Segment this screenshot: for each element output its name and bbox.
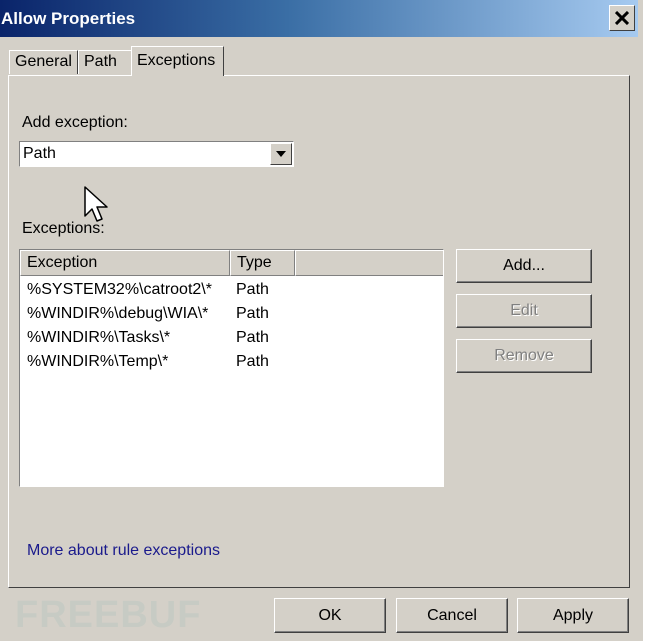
remove-button[interactable]: Remove <box>456 339 592 373</box>
window-title: Allow Properties <box>1 9 136 28</box>
exception-type: Path <box>236 281 269 298</box>
rule-exceptions-help-link[interactable]: More about rule exceptions <box>27 542 220 560</box>
exception-path: %WINDIR%\Tasks\* <box>27 329 171 346</box>
ok-button[interactable]: OK <box>274 598 386 633</box>
add-exception-select[interactable]: Path <box>19 141 294 167</box>
column-header-empty <box>295 250 443 276</box>
add-exception-selected-value: Path <box>23 145 56 162</box>
tab-path[interactable]: Path <box>78 50 132 74</box>
column-header-exception-label: Exception <box>27 254 98 271</box>
exception-path: %WINDIR%\debug\WIA\* <box>27 305 209 322</box>
cancel-button[interactable]: Cancel <box>396 598 508 633</box>
mouse-pointer-icon <box>84 186 108 222</box>
column-header-type-label: Type <box>237 254 272 271</box>
column-header-exception[interactable]: Exception <box>20 250 230 276</box>
exceptions-list[interactable]: Exception Type %SYSTEM32%\catroot2\* Pat… <box>19 249 444 487</box>
tab-general-label: General <box>15 53 72 70</box>
exception-type: Path <box>236 305 269 322</box>
exception-type: Path <box>236 353 269 370</box>
chevron-down-icon <box>276 151 286 157</box>
tab-path-label: Path <box>84 53 117 70</box>
add-exception-dropdown-button[interactable] <box>270 143 292 165</box>
close-icon <box>615 11 629 25</box>
close-button[interactable] <box>609 5 635 31</box>
title-bar[interactable]: Allow Properties <box>0 0 638 37</box>
add-button[interactable]: Add... <box>456 249 592 283</box>
edit-button[interactable]: Edit <box>456 294 592 328</box>
tab-general[interactable]: General <box>9 50 78 74</box>
exception-path: %WINDIR%\Temp\* <box>27 353 169 370</box>
apply-button[interactable]: Apply <box>517 598 629 633</box>
exception-type: Path <box>236 329 269 346</box>
column-header-type[interactable]: Type <box>230 250 295 276</box>
tab-exceptions-label: Exceptions <box>137 52 216 69</box>
add-exception-label: Add exception: <box>22 114 128 131</box>
watermark-logo: FREEBUF <box>15 594 202 636</box>
properties-dialog: Allow Properties General Path Exceptions… <box>0 0 645 641</box>
exception-path: %SYSTEM32%\catroot2\* <box>27 281 212 298</box>
exceptions-label: Exceptions: <box>22 220 105 237</box>
tab-exceptions[interactable]: Exceptions <box>131 46 224 76</box>
